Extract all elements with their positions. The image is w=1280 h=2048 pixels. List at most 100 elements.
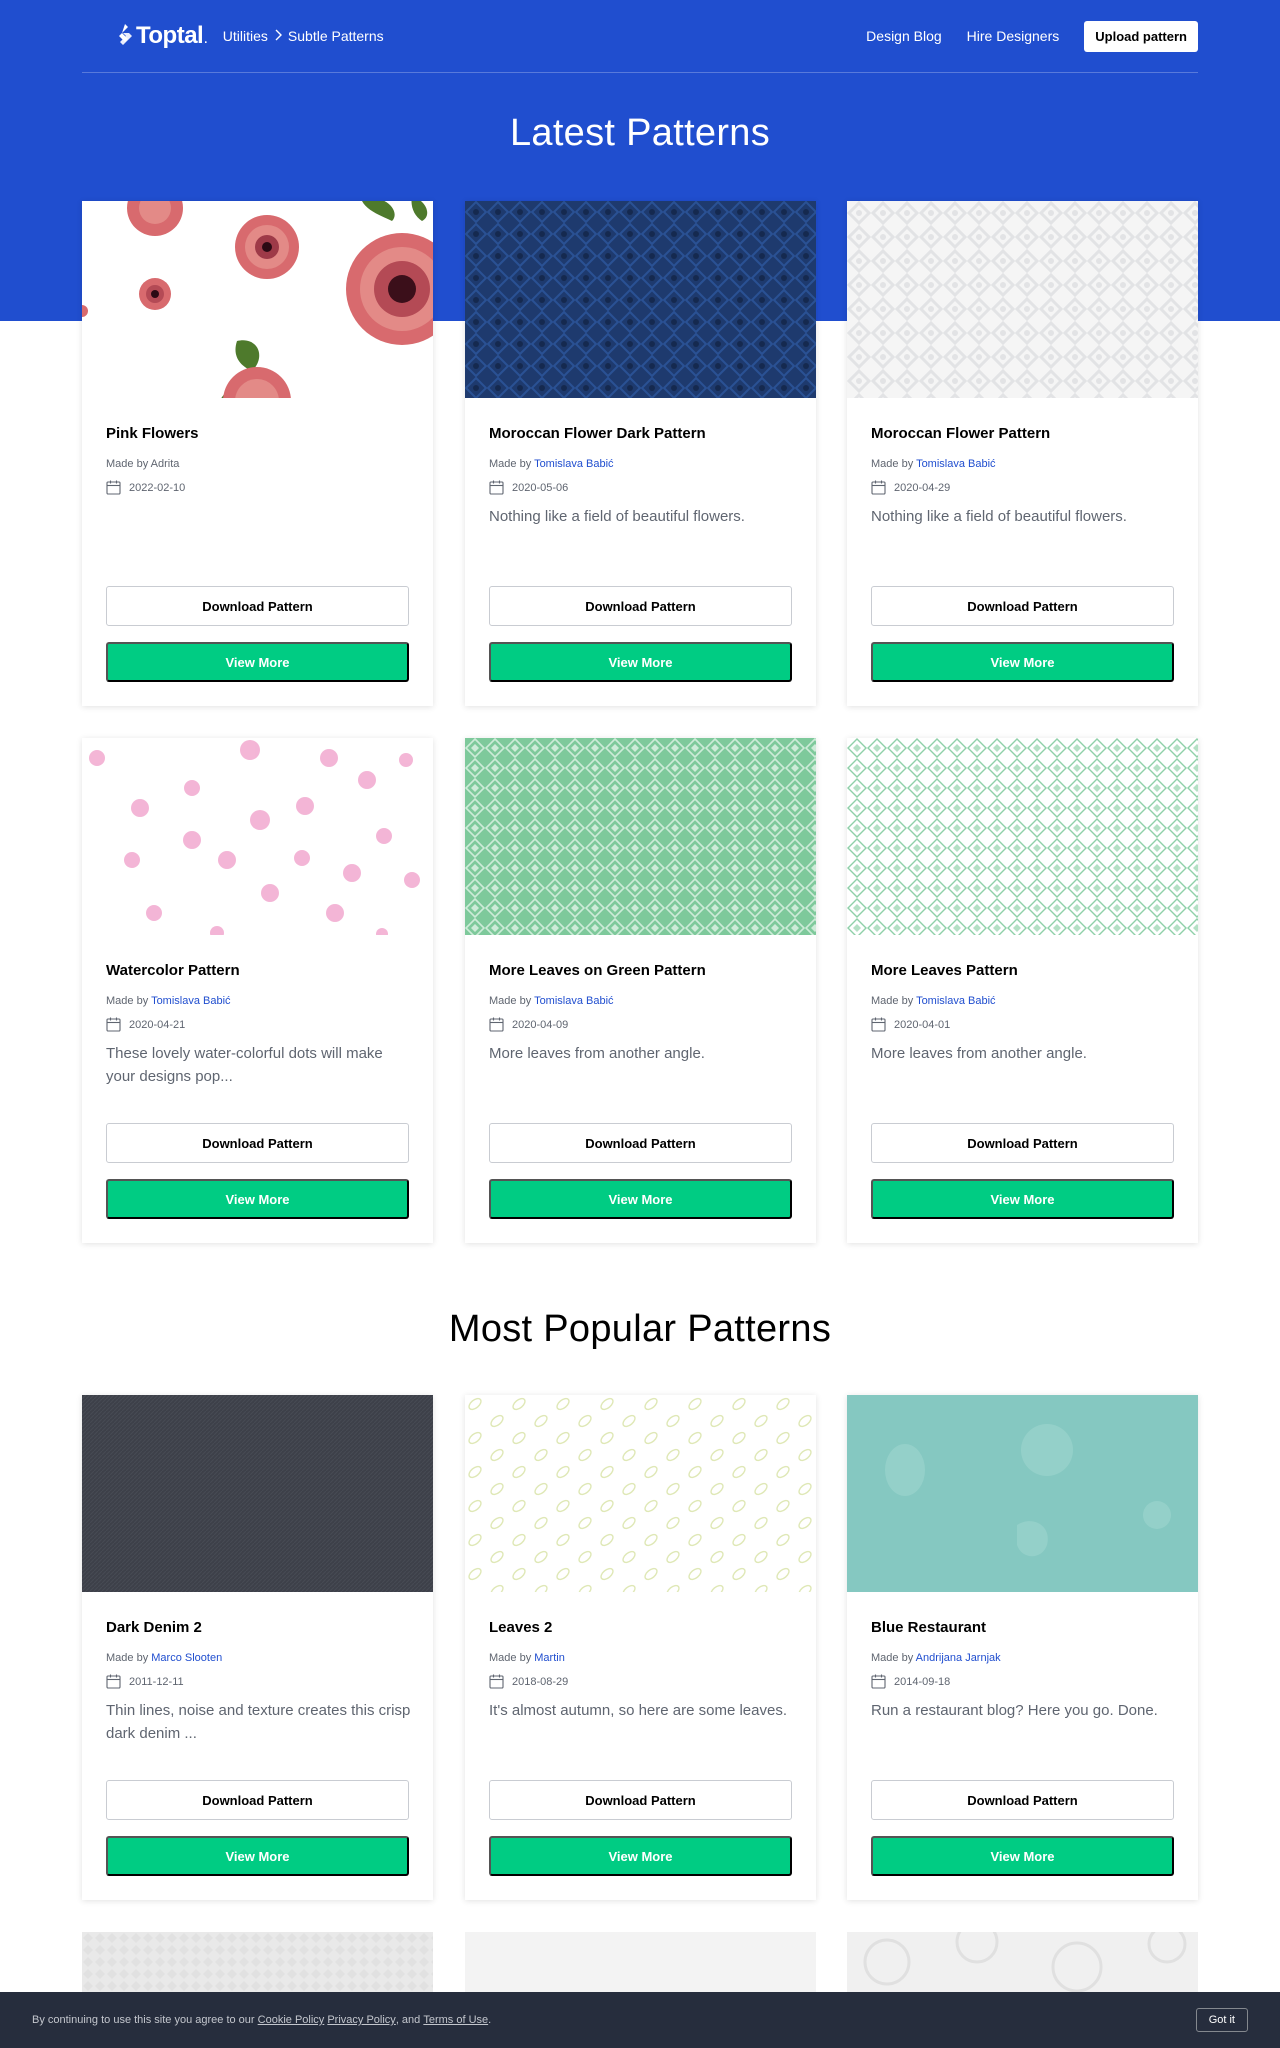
pattern-thumbnail[interactable] [847, 201, 1198, 398]
card-title[interactable]: Moroccan Flower Dark Pattern [489, 425, 706, 442]
upload-pattern-button[interactable]: Upload pattern [1084, 20, 1198, 52]
date-row: 2020-05-06 [489, 480, 568, 495]
view-more-button[interactable]: View More [489, 642, 792, 682]
card-title[interactable]: Pink Flowers [106, 425, 199, 442]
date-text: 2022-02-10 [129, 481, 186, 494]
made-by: Made by Andrijana Jarnjak [871, 1652, 1001, 1664]
download-pattern-button[interactable]: Download Pattern [871, 586, 1174, 626]
date-text: 2020-04-29 [894, 481, 951, 494]
view-more-button[interactable]: View More [871, 1179, 1174, 1219]
card-title[interactable]: Watercolor Pattern [106, 962, 240, 979]
author-name: Adrita [150, 458, 180, 470]
pattern-thumbnail[interactable] [465, 201, 816, 398]
privacy-policy-link[interactable]: Privacy Policy [327, 2014, 395, 2026]
card-title[interactable]: More Leaves Pattern [871, 962, 1018, 979]
view-more-button[interactable]: View More [871, 1836, 1174, 1876]
author-link[interactable]: Tomislava Babić [151, 995, 230, 1007]
download-pattern-button[interactable]: Download Pattern [489, 586, 792, 626]
author-link[interactable]: Marco Slooten [151, 1652, 222, 1664]
made-by-label: Made by [489, 458, 532, 470]
cookie-policy-link[interactable]: Cookie Policy [258, 2014, 325, 2026]
nav-hire-designers[interactable]: Hire Designers [967, 28, 1060, 44]
pattern-thumbnail[interactable] [82, 1395, 433, 1592]
card-description: These lovely water-colorful dots will ma… [106, 1045, 383, 1085]
date-row: 2018-08-29 [489, 1674, 568, 1689]
pattern-card: Dark Denim 2 Made by Marco Slooten 2011-… [82, 1395, 433, 1900]
view-more-button[interactable]: View More [106, 1179, 409, 1219]
author-link[interactable]: Andrijana Jarnjak [916, 1652, 1001, 1664]
made-by-label: Made by [106, 1652, 149, 1664]
most-popular-title: Most Popular Patterns [448, 1308, 832, 1350]
pattern-card: More Leaves Pattern Made by Tomislava Ba… [847, 738, 1198, 1243]
view-more-button[interactable]: View More [106, 1836, 409, 1876]
breadcrumb-subtle-patterns[interactable]: Subtle Patterns [288, 28, 384, 44]
date-row: 2020-04-01 [871, 1017, 950, 1032]
calendar-icon [871, 480, 886, 495]
date-row: 2020-04-09 [489, 1017, 568, 1032]
calendar-icon [871, 1017, 886, 1032]
date-row: 2022-02-10 [106, 480, 185, 495]
breadcrumb-utilities[interactable]: Utilities [223, 28, 268, 44]
card-title[interactable]: Leaves 2 [489, 1619, 552, 1636]
view-more-button[interactable]: View More [106, 642, 409, 682]
author-link[interactable]: Tomislava Babić [534, 995, 613, 1007]
made-by-label: Made by [106, 458, 149, 470]
author-link[interactable]: Martin [534, 1652, 565, 1664]
pattern-thumbnail[interactable] [82, 738, 433, 935]
nav-right: Design Blog Hire Designers Upload patter… [866, 20, 1198, 52]
download-pattern-button[interactable]: Download Pattern [871, 1780, 1174, 1820]
pattern-thumbnail[interactable] [82, 201, 433, 398]
terms-of-use-link[interactable]: Terms of Use [423, 2014, 488, 2026]
calendar-icon [106, 1674, 121, 1689]
pattern-thumbnail[interactable] [465, 1395, 816, 1592]
download-pattern-button[interactable]: Download Pattern [489, 1123, 792, 1163]
pattern-card: Blue Restaurant Made by Andrijana Jarnja… [847, 1395, 1198, 1900]
toptal-logo[interactable]: Toptal. [114, 22, 207, 50]
download-pattern-button[interactable]: Download Pattern [106, 1780, 409, 1820]
view-more-button[interactable]: View More [489, 1836, 792, 1876]
date-row: 2011-12-11 [106, 1674, 184, 1689]
date-row: 2020-04-29 [871, 480, 950, 495]
card-title[interactable]: Dark Denim 2 [106, 1619, 202, 1636]
card-title[interactable]: Moroccan Flower Pattern [871, 425, 1050, 442]
download-pattern-button[interactable]: Download Pattern [106, 1123, 409, 1163]
made-by: Made by Tomislava Babić [489, 458, 614, 470]
view-more-button[interactable]: View More [489, 1179, 792, 1219]
made-by-label: Made by [871, 995, 914, 1007]
nav-design-blog[interactable]: Design Blog [866, 28, 942, 44]
pattern-card: Moroccan Flower Pattern Made by Tomislav… [847, 201, 1198, 706]
download-pattern-button[interactable]: Download Pattern [489, 1780, 792, 1820]
date-row: 2020-04-21 [106, 1017, 185, 1032]
date-text: 2020-05-06 [512, 481, 569, 494]
pattern-thumbnail[interactable] [465, 738, 816, 935]
made-by: Made by Marco Slooten [106, 1652, 222, 1664]
logo-text: Toptal [136, 22, 204, 49]
author-link[interactable]: Tomislava Babić [916, 458, 995, 470]
calendar-icon [106, 480, 121, 495]
made-by: Made by Martin [489, 1652, 565, 1664]
calendar-icon [489, 1017, 504, 1032]
made-by-label: Made by [871, 1652, 914, 1664]
card-title[interactable]: More Leaves on Green Pattern [489, 962, 706, 979]
calendar-icon [106, 1017, 121, 1032]
author-link[interactable]: Tomislava Babić [916, 995, 995, 1007]
card-description: Nothing like a field of beautiful flower… [871, 508, 1127, 525]
made-by: Made by Tomislava Babić [489, 995, 614, 1007]
card-title[interactable]: Blue Restaurant [871, 1619, 986, 1636]
pattern-thumbnail[interactable] [847, 1395, 1198, 1592]
made-by-label: Made by [106, 995, 149, 1007]
cookie-text: By continuing to use this site you agree… [32, 2014, 255, 2026]
cookie-and-text: , and [395, 2014, 421, 2026]
download-pattern-button[interactable]: Download Pattern [106, 586, 409, 626]
pattern-thumbnail[interactable] [847, 738, 1198, 935]
author-link[interactable]: Tomislava Babić [534, 458, 613, 470]
card-description: It's almost autumn, so here are some lea… [489, 1702, 788, 1719]
view-more-button[interactable]: View More [871, 642, 1174, 682]
made-by: Made by Tomislava Babić [871, 995, 996, 1007]
pattern-card: Leaves 2 Made by Martin 2018-08-29 It's … [465, 1395, 816, 1900]
got-it-button[interactable]: Got it [1195, 2008, 1248, 2032]
made-by: Made by Tomislava Babić [106, 995, 231, 1007]
date-text: 2011-12-11 [129, 1675, 184, 1688]
download-pattern-button[interactable]: Download Pattern [871, 1123, 1174, 1163]
made-by-label: Made by [489, 995, 532, 1007]
